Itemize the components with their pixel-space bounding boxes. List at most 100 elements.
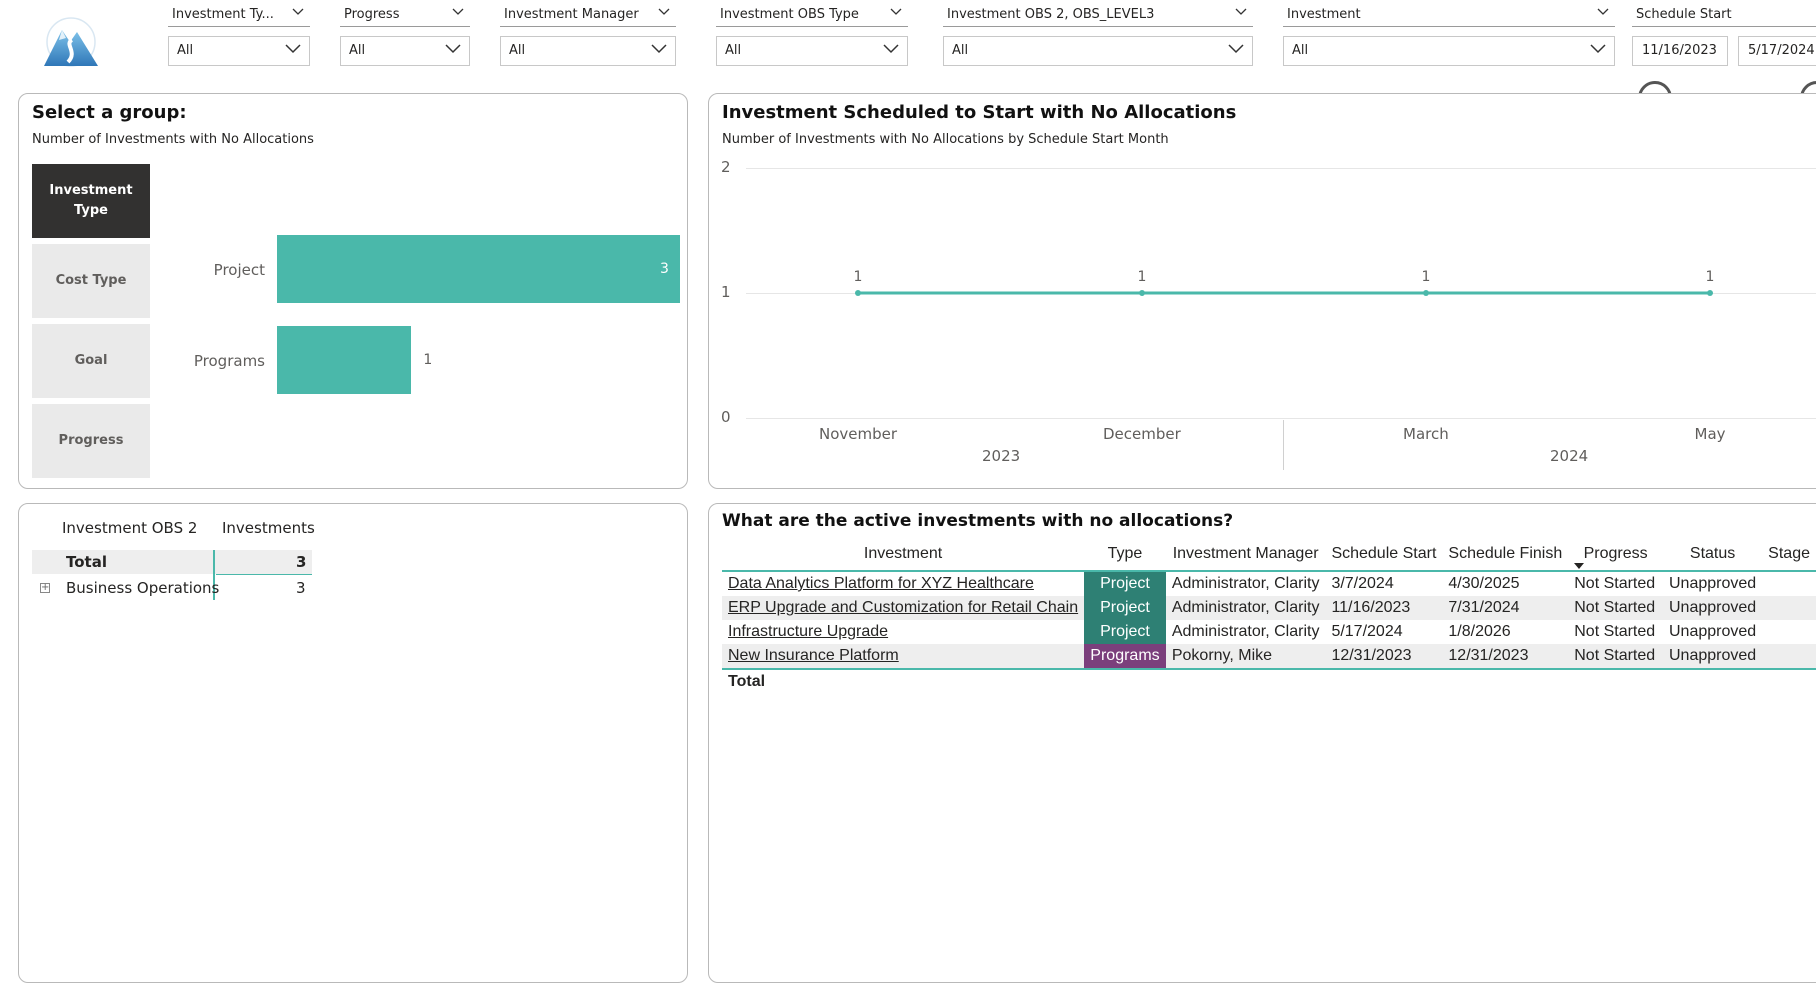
data-point[interactable]	[1139, 290, 1145, 296]
data-label: 1	[854, 269, 863, 285]
cell-finish: 12/31/2023	[1448, 647, 1529, 664]
filter-progress-dropdown[interactable]: All	[340, 36, 470, 66]
cell-progress: Not Started	[1574, 647, 1656, 664]
group-panel-subtitle: Number of Investments with No Allocation…	[32, 132, 314, 147]
y-tick-label: 2	[721, 158, 731, 176]
matrix-header-investments[interactable]: Investments	[222, 519, 315, 537]
filter-investment-type-header[interactable]: Investment Ty...	[168, 6, 310, 27]
cell-investment[interactable]: Data Analytics Platform for XYZ Healthca…	[722, 571, 1084, 596]
x-year-label: 2024	[1550, 447, 1589, 465]
cell-manager: Pokorny, Mike	[1171, 647, 1273, 664]
filter-investment-manager[interactable]: Investment Manager All	[500, 6, 676, 66]
filter-investment-manager-dropdown[interactable]: All	[500, 36, 676, 66]
schedule-start-to-input[interactable]: 5/17/2024	[1738, 36, 1816, 66]
filter-label: Investment Manager	[504, 7, 639, 22]
x-tick-label: November	[819, 425, 898, 443]
filter-value: All	[1292, 43, 1309, 58]
chevron-down-icon	[1597, 8, 1609, 15]
investment-link[interactable]: New Insurance Platform	[728, 647, 899, 664]
table-total-label: Total	[728, 673, 766, 690]
cell-finish: 4/30/2025	[1448, 575, 1520, 592]
cell-status: Unapproved	[1669, 599, 1757, 616]
bar-label-project: Project	[213, 261, 265, 279]
filter-value: All	[952, 43, 969, 58]
cell-stage	[1762, 644, 1816, 669]
filter-investment-dropdown[interactable]: All	[1283, 36, 1615, 66]
filter-label: Investment	[1287, 7, 1361, 22]
filter-investment-header[interactable]: Investment	[1283, 6, 1615, 27]
matrix-header-obs[interactable]: Investment OBS 2	[62, 519, 197, 537]
data-point[interactable]	[1423, 290, 1429, 296]
line-chart-subtitle: Number of Investments with No Allocation…	[722, 132, 1169, 147]
col-header-schedule-start[interactable]: Schedule Start	[1325, 538, 1442, 571]
mountain-logo-icon	[44, 17, 98, 67]
schedule-start-from-input[interactable]: 11/16/2023	[1632, 36, 1728, 66]
cell-status: Unapproved	[1669, 575, 1757, 592]
schedule-start-slicer: Schedule Start 11/16/2023 5/17/2024	[1632, 6, 1816, 66]
data-point[interactable]	[855, 290, 861, 296]
matrix-total-value: 3	[296, 553, 307, 571]
table-header-row: Investment Type Investment Manager Sched…	[722, 538, 1816, 571]
group-button-investment-type[interactable]: Investment Type	[32, 164, 150, 238]
cell-start: 3/7/2024	[1331, 575, 1394, 592]
chevron-down-icon	[1235, 8, 1247, 15]
filter-investment-type[interactable]: Investment Ty... All	[168, 6, 310, 66]
matrix-total-underline	[216, 574, 312, 575]
cell-investment[interactable]: New Insurance Platform	[722, 644, 1084, 669]
chevron-down-icon	[292, 8, 304, 15]
expand-plus-icon[interactable]: +	[40, 583, 50, 593]
cell-investment[interactable]: Infrastructure Upgrade	[722, 620, 1084, 644]
investment-link[interactable]: Data Analytics Platform for XYZ Healthca…	[728, 575, 1034, 592]
filter-investment-obs-type-dropdown[interactable]: All	[716, 36, 908, 66]
filter-investment-type-dropdown[interactable]: All	[168, 36, 310, 66]
filter-label: Investment Ty...	[172, 7, 274, 22]
data-point[interactable]	[1707, 290, 1713, 296]
table-row: New Insurance Platform Programs Pokorny,…	[722, 644, 1816, 669]
filter-investment-obs-2-dropdown[interactable]: All	[943, 36, 1253, 66]
cell-finish: 1/8/2026	[1448, 623, 1511, 640]
filter-investment-obs-type-header[interactable]: Investment OBS Type	[716, 6, 908, 27]
col-header-status[interactable]: Status	[1663, 538, 1762, 571]
cell-start: 5/17/2024	[1331, 623, 1403, 640]
group-button-cost-type[interactable]: Cost Type	[32, 244, 150, 318]
table-row: Data Analytics Platform for XYZ Healthca…	[722, 571, 1816, 596]
bar-project[interactable]	[277, 235, 680, 303]
investment-link[interactable]: Infrastructure Upgrade	[728, 623, 888, 640]
data-label: 1	[1706, 269, 1715, 285]
filter-value: All	[349, 43, 366, 58]
cell-manager: Administrator, Clarity	[1171, 599, 1320, 616]
col-header-progress[interactable]: Progress	[1568, 538, 1663, 571]
bar-label-programs: Programs	[193, 352, 265, 370]
filter-progress[interactable]: Progress All	[340, 6, 470, 66]
col-header-investment[interactable]: Investment	[722, 538, 1084, 571]
cell-type: Project	[1084, 596, 1166, 620]
filter-progress-header[interactable]: Progress	[340, 6, 470, 27]
filter-investment-obs-2-header[interactable]: Investment OBS 2, OBS_LEVEL3	[943, 6, 1253, 27]
filter-value: All	[177, 43, 194, 58]
x-year-label: 2023	[982, 447, 1021, 465]
filter-investment-obs-2[interactable]: Investment OBS 2, OBS_LEVEL3 All	[943, 6, 1253, 66]
cell-stage	[1762, 596, 1816, 620]
cell-start: 12/31/2023	[1331, 647, 1412, 664]
filter-value: All	[725, 43, 742, 58]
filter-investment-obs-type[interactable]: Investment OBS Type All	[716, 6, 908, 66]
cell-progress: Not Started	[1574, 623, 1656, 640]
cell-progress: Not Started	[1574, 575, 1656, 592]
col-header-stage[interactable]: Stage	[1762, 538, 1816, 571]
group-button-goal[interactable]: Goal	[32, 324, 150, 398]
table-row: Infrastructure Upgrade Project Administr…	[722, 620, 1816, 644]
cell-finish: 7/31/2024	[1448, 599, 1520, 616]
col-header-type[interactable]: Type	[1084, 538, 1166, 571]
cell-status: Unapproved	[1669, 623, 1757, 640]
bar-programs[interactable]	[277, 326, 412, 394]
group-button-progress[interactable]: Progress	[32, 404, 150, 478]
filter-value: All	[509, 43, 526, 58]
cell-investment[interactable]: ERP Upgrade and Customization for Retail…	[722, 596, 1084, 620]
filter-investment[interactable]: Investment All	[1283, 6, 1615, 66]
col-header-manager[interactable]: Investment Manager	[1166, 538, 1326, 571]
chevron-down-icon	[890, 8, 902, 15]
investment-link[interactable]: ERP Upgrade and Customization for Retail…	[728, 599, 1078, 616]
filter-investment-manager-header[interactable]: Investment Manager	[500, 6, 676, 27]
investments-table: Investment Type Investment Manager Sched…	[722, 538, 1816, 694]
col-header-schedule-finish[interactable]: Schedule Finish	[1442, 538, 1568, 571]
